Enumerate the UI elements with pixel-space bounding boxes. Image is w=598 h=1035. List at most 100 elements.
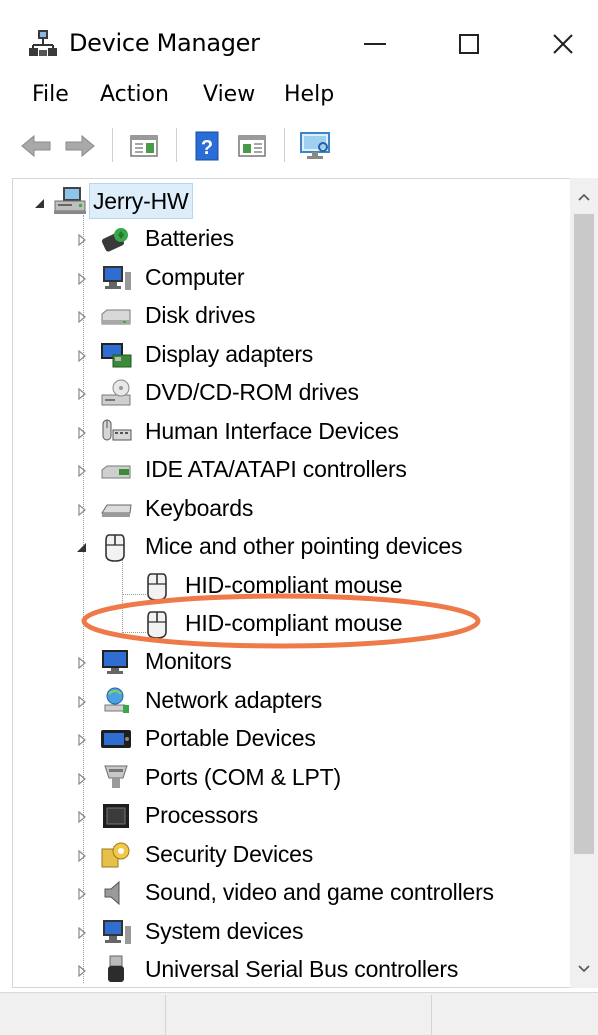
expand-arrow-icon[interactable] — [75, 349, 89, 363]
menu-bar: File Action View Help — [0, 78, 598, 114]
scroll-up-button[interactable] — [570, 182, 598, 212]
toolbar-separator — [112, 128, 113, 162]
menu-action[interactable]: Action — [100, 80, 169, 110]
expand-arrow-icon[interactable] — [75, 849, 89, 863]
tree-item-label: Universal Serial Bus controllers — [145, 956, 459, 982]
back-button[interactable] — [18, 126, 54, 166]
expand-arrow-icon[interactable] — [75, 272, 89, 286]
tree-item-keyboard[interactable]: Keyboards — [13, 491, 569, 529]
processor-icon — [99, 800, 133, 832]
vertical-scrollbar[interactable] — [570, 178, 598, 988]
tree-item-hid[interactable]: Human Interface Devices — [13, 414, 569, 452]
disk-drive-icon — [99, 300, 133, 332]
sound-icon — [99, 877, 133, 909]
title-bar[interactable]: Device Manager — [0, 0, 598, 78]
update-driver-button[interactable] — [232, 126, 272, 166]
tree-item-disk-drive[interactable]: Disk drives — [13, 298, 569, 336]
tree-item-label: Human Interface Devices — [145, 417, 399, 444]
chevron-down-icon — [578, 965, 590, 973]
expand-arrow-icon[interactable] — [75, 233, 89, 247]
maximize-icon — [459, 34, 479, 54]
computer-icon — [99, 262, 133, 294]
expand-arrow-icon[interactable] — [75, 464, 89, 478]
toolbar: ? — [0, 118, 598, 174]
maximize-button[interactable] — [434, 20, 504, 68]
expand-arrow-icon[interactable] — [75, 656, 89, 670]
toolbar-separator — [284, 128, 285, 162]
system-device-icon — [99, 916, 133, 948]
tree-item-security-device[interactable]: Security Devices — [13, 837, 569, 875]
expand-arrow-icon[interactable] — [75, 387, 89, 401]
network-adapter-icon — [99, 685, 133, 717]
forward-button[interactable] — [62, 126, 98, 166]
ide-controller-icon — [99, 454, 133, 486]
tree-item-ide-controller[interactable]: IDE ATA/ATAPI controllers — [13, 452, 569, 490]
scan-hardware-button[interactable] — [296, 126, 336, 166]
tree-item-processor[interactable]: Processors — [13, 798, 569, 836]
device-tree-pane[interactable]: Jerry-HW Batteries Computer Disk drives Dis… — [12, 178, 598, 988]
expand-arrow-icon[interactable] — [75, 772, 89, 786]
tree-item-label: Network adapters — [145, 686, 323, 713]
display-adapter-icon — [99, 339, 133, 371]
properties-icon — [130, 135, 158, 157]
menu-help[interactable]: Help — [284, 80, 334, 110]
help-button[interactable]: ? — [190, 126, 224, 166]
minimize-icon — [364, 43, 386, 45]
close-button[interactable] — [528, 20, 598, 68]
tree-item-network-adapter[interactable]: Network adapters — [13, 683, 569, 721]
expand-arrow-icon[interactable] — [75, 503, 89, 517]
tree-item-computer[interactable]: Computer — [13, 260, 569, 298]
tree-item-mouse[interactable]: Mice and other pointing devices — [13, 529, 569, 567]
expand-arrow-icon[interactable] — [75, 733, 89, 747]
keyboard-icon — [99, 493, 133, 525]
close-icon — [553, 34, 573, 54]
tree-item-sound[interactable]: Sound, video and game controllers — [13, 875, 569, 913]
device-tree: Jerry-HW Batteries Computer Disk drives Dis… — [13, 179, 569, 987]
scroll-down-button[interactable] — [570, 954, 598, 984]
portable-device-icon — [99, 723, 133, 755]
collapse-arrow-icon[interactable] — [33, 197, 47, 211]
device-manager-window: Device Manager File Action View Help ? J… — [0, 0, 598, 1035]
usb-icon — [99, 954, 133, 986]
update-driver-icon — [238, 135, 266, 157]
collapse-arrow-icon[interactable] — [75, 541, 89, 555]
tree-item-battery[interactable]: Batteries — [13, 221, 569, 259]
tree-item-label: Mice and other pointing devices — [145, 533, 463, 560]
tree-item-label: Display adapters — [145, 340, 314, 367]
tree-item-label: Ports (COM & LPT) — [145, 763, 341, 790]
status-cell — [166, 995, 432, 1035]
expand-arrow-icon[interactable] — [75, 964, 89, 978]
tree-item-label: Security Devices — [145, 840, 314, 867]
expand-arrow-icon[interactable] — [75, 810, 89, 824]
monitor-icon — [99, 646, 133, 678]
expand-arrow-icon[interactable] — [75, 310, 89, 324]
tree-item-portable-device[interactable]: Portable Devices — [13, 721, 569, 759]
menu-file[interactable]: File — [32, 80, 69, 110]
tree-item-system-device[interactable]: System devices — [13, 914, 569, 952]
toolbar-separator — [176, 128, 177, 162]
tree-item-usb[interactable]: Universal Serial Bus controllers — [13, 952, 569, 987]
dvd-drive-icon — [99, 377, 133, 409]
security-device-icon — [99, 839, 133, 871]
menu-view[interactable]: View — [203, 80, 255, 110]
properties-button[interactable] — [124, 126, 164, 166]
tree-root-label: Jerry-HW — [89, 183, 193, 219]
expand-arrow-icon[interactable] — [75, 926, 89, 940]
status-cell — [432, 995, 598, 1035]
expand-arrow-icon[interactable] — [75, 695, 89, 709]
chevron-up-icon — [578, 193, 590, 201]
tree-item-label: System devices — [145, 917, 304, 944]
tree-item-port[interactable]: Ports (COM & LPT) — [13, 760, 569, 798]
status-cell — [0, 995, 166, 1035]
scrollbar-thumb[interactable] — [574, 214, 594, 854]
tree-item-label: Portable Devices — [145, 725, 316, 752]
svg-text:?: ? — [201, 137, 213, 159]
tree-item-monitor[interactable]: Monitors — [13, 644, 569, 682]
tree-item-label: Computer — [145, 263, 245, 290]
expand-arrow-icon[interactable] — [75, 887, 89, 901]
tree-item-dvd-drive[interactable]: DVD/CD-ROM drives — [13, 375, 569, 413]
expand-arrow-icon[interactable] — [75, 426, 89, 440]
tree-root[interactable]: Jerry-HW — [13, 183, 569, 221]
minimize-button[interactable] — [340, 20, 410, 68]
tree-item-display-adapter[interactable]: Display adapters — [13, 337, 569, 375]
